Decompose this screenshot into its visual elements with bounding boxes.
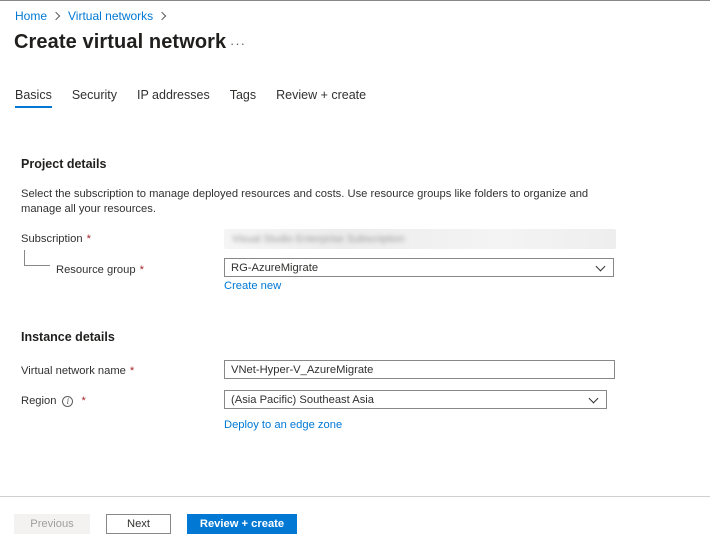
chevron-down-icon	[595, 261, 606, 272]
tab-review-create[interactable]: Review + create	[276, 88, 366, 108]
subscription-value: Visual Studio Enterprise Subscription	[232, 233, 405, 245]
vnet-name-value: VNet-Hyper-V_AzureMigrate	[231, 363, 374, 376]
tab-security[interactable]: Security	[72, 88, 117, 108]
review-create-button[interactable]: Review + create	[187, 514, 297, 534]
subscription-label-text: Subscription	[21, 233, 83, 245]
tab-basics[interactable]: Basics	[15, 88, 52, 108]
resource-group-label-text: Resource group	[56, 264, 136, 276]
region-select[interactable]: (Asia Pacific) Southeast Asia	[224, 390, 607, 409]
chevron-right-icon	[51, 11, 61, 21]
instance-details-heading: Instance details	[21, 330, 115, 344]
resource-group-value: RG-AzureMigrate	[231, 261, 319, 274]
required-marker: *	[129, 365, 135, 377]
vnet-name-label-text: Virtual network name	[21, 365, 126, 377]
next-button[interactable]: Next	[106, 514, 171, 534]
resource-group-label: Resource group *	[56, 264, 144, 276]
subscription-select[interactable]: Visual Studio Enterprise Subscription	[224, 229, 616, 249]
resource-group-select[interactable]: RG-AzureMigrate	[224, 258, 614, 277]
more-options-icon[interactable]: ···	[228, 33, 248, 53]
deploy-edge-zone-link[interactable]: Deploy to an edge zone	[224, 419, 342, 431]
breadcrumb-virtual-networks-link[interactable]: Virtual networks	[68, 9, 153, 23]
page-title: Create virtual network	[14, 31, 227, 53]
info-icon[interactable]: i	[62, 395, 74, 407]
required-marker: *	[81, 395, 86, 407]
tree-connector	[24, 250, 50, 266]
create-new-link[interactable]: Create new	[224, 280, 281, 292]
required-marker: *	[139, 264, 144, 276]
chevron-right-icon	[157, 11, 167, 21]
region-label: Region i *	[21, 395, 86, 407]
vnet-name-input[interactable]: VNet-Hyper-V_AzureMigrate	[224, 360, 615, 379]
required-marker: *	[86, 233, 91, 245]
breadcrumb: Home Virtual networks	[15, 9, 174, 23]
top-border	[0, 0, 710, 1]
tab-bar: Basics Security IP addresses Tags Review…	[15, 88, 386, 108]
tab-tags[interactable]: Tags	[230, 88, 256, 108]
chevron-down-icon	[588, 393, 599, 404]
project-details-description: Select the subscription to manage deploy…	[21, 188, 589, 215]
project-details-heading: Project details	[21, 157, 107, 171]
previous-button[interactable]: Previous	[14, 514, 90, 534]
subscription-label: Subscription *	[21, 233, 91, 245]
region-label-text: Region	[21, 395, 57, 407]
vnet-name-label: Virtual network name *	[21, 365, 134, 377]
breadcrumb-home-link[interactable]: Home	[15, 9, 47, 23]
tab-ip-addresses[interactable]: IP addresses	[137, 88, 210, 108]
footer-divider	[0, 496, 710, 497]
region-value: (Asia Pacific) Southeast Asia	[231, 393, 375, 406]
